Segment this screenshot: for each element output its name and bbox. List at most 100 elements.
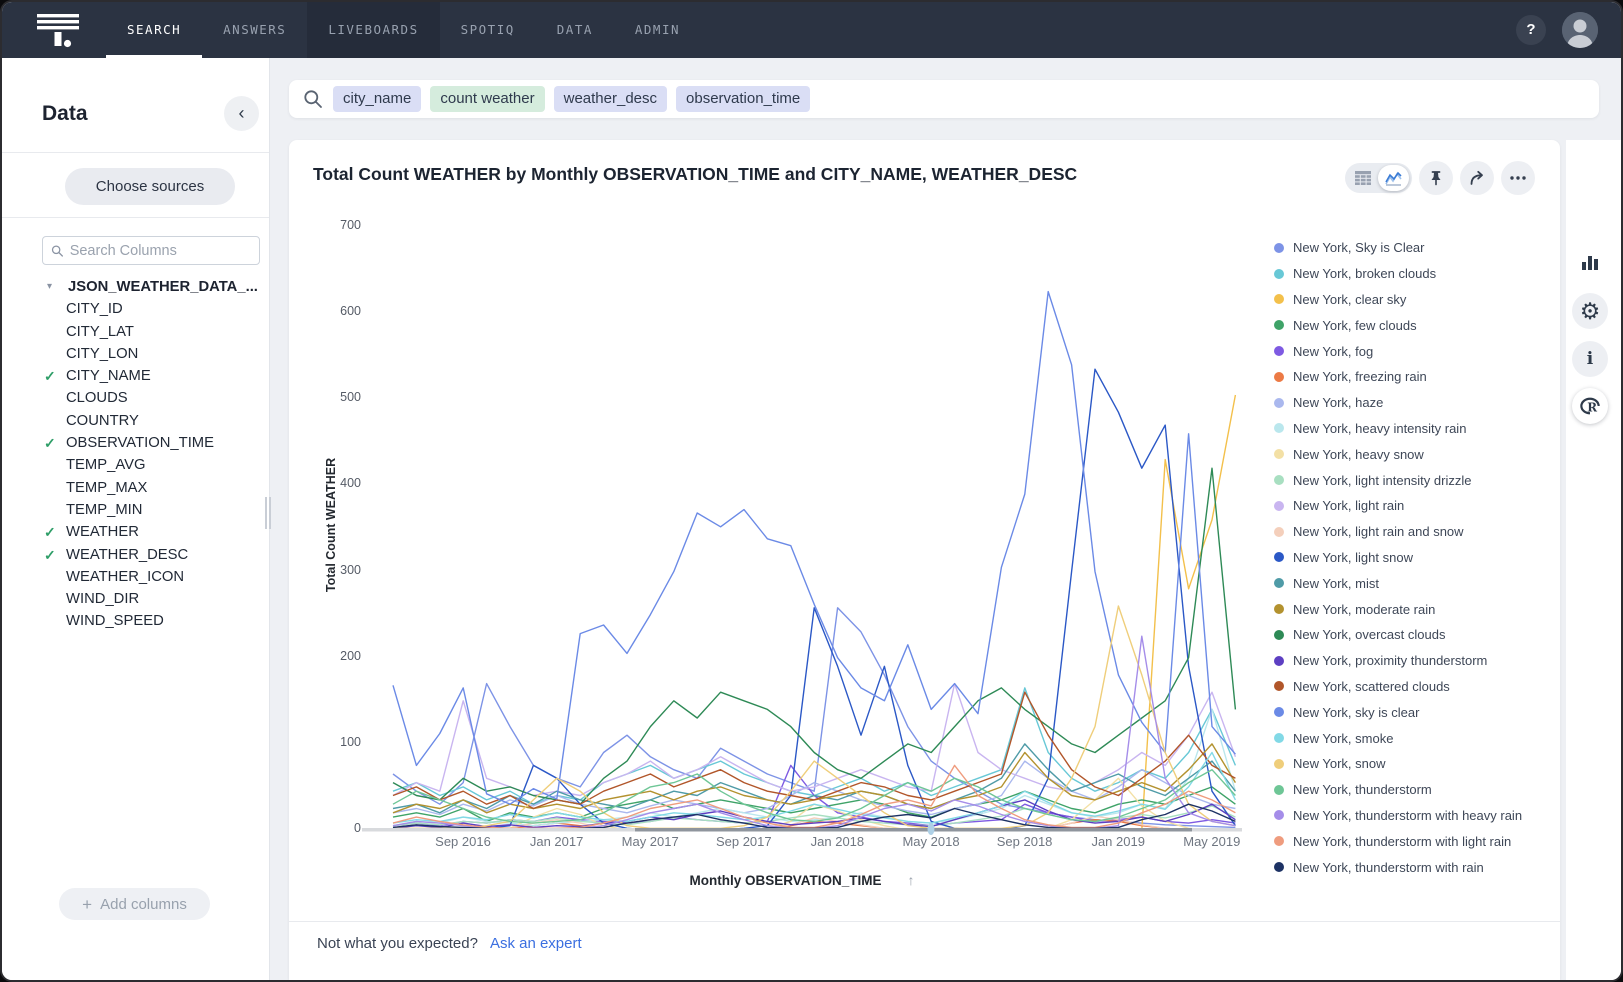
y-axis-tick: 100 bbox=[289, 735, 361, 749]
column-item-observation_time[interactable]: ✓OBSERVATION_TIME bbox=[2, 434, 269, 456]
search-token-weather_desc[interactable]: weather_desc bbox=[554, 86, 667, 112]
legend-swatch bbox=[1274, 346, 1284, 356]
legend-item[interactable]: New York, light snow bbox=[1274, 545, 1554, 571]
column-item-country[interactable]: COUNTRY bbox=[2, 412, 269, 434]
legend-swatch bbox=[1274, 320, 1284, 330]
legend-item[interactable]: New York, light rain and snow bbox=[1274, 519, 1554, 545]
column-item-weather[interactable]: ✓WEATHER bbox=[2, 523, 269, 545]
choose-sources-button[interactable]: Choose sources bbox=[65, 168, 235, 205]
legend-label: New York, light snow bbox=[1293, 550, 1413, 565]
search-token-city_name[interactable]: city_name bbox=[333, 86, 421, 112]
search-bar[interactable]: city_name count weather weather_desc observ… bbox=[289, 80, 1599, 118]
legend-label: New York, sky is clear bbox=[1293, 705, 1419, 720]
table-icon bbox=[1355, 171, 1371, 185]
nav-item-answers[interactable]: ANSWERS bbox=[202, 2, 307, 58]
legend-item[interactable]: New York, thunderstorm with heavy rain bbox=[1274, 803, 1554, 829]
sort-ascending-icon[interactable]: ↑ bbox=[908, 872, 915, 888]
nav-item-liveboards[interactable]: LIVEBOARDS bbox=[307, 2, 439, 58]
legend-item[interactable]: New York, clear sky bbox=[1274, 287, 1554, 313]
column-item-clouds[interactable]: CLOUDS bbox=[2, 389, 269, 411]
legend-item[interactable]: New York, scattered clouds bbox=[1274, 674, 1554, 700]
info-button[interactable]: i bbox=[1572, 341, 1608, 377]
nav-item-data[interactable]: DATA bbox=[536, 2, 614, 58]
divider bbox=[2, 152, 269, 153]
search-columns-input[interactable] bbox=[70, 243, 251, 259]
nav-item-search[interactable]: SEARCH bbox=[106, 2, 202, 58]
line-chart[interactable] bbox=[362, 220, 1242, 840]
legend-item[interactable]: New York, snow bbox=[1274, 751, 1554, 777]
y-axis-tick: 400 bbox=[289, 476, 361, 490]
legend-label: New York, mist bbox=[1293, 576, 1379, 591]
column-item-city_lon[interactable]: CITY_LON bbox=[2, 345, 269, 367]
column-name: TEMP_MIN bbox=[66, 502, 142, 518]
column-item-temp_avg[interactable]: TEMP_AVG bbox=[2, 456, 269, 478]
nav-item-admin[interactable]: ADMIN bbox=[614, 2, 701, 58]
y-axis-tick: 200 bbox=[289, 649, 361, 663]
column-item-city_name[interactable]: ✓CITY_NAME bbox=[2, 367, 269, 389]
legend-item[interactable]: New York, thunderstorm with rain bbox=[1274, 854, 1554, 880]
legend-item[interactable]: New York, haze bbox=[1274, 390, 1554, 416]
x-axis-tick: May 2019 bbox=[1167, 834, 1257, 849]
legend-item[interactable]: New York, sky is clear bbox=[1274, 699, 1554, 725]
change-visualization-button[interactable] bbox=[1572, 244, 1608, 280]
r-analysis-button[interactable]: R bbox=[1572, 388, 1608, 424]
checkmark-icon: ✓ bbox=[44, 547, 56, 564]
user-avatar[interactable] bbox=[1562, 12, 1598, 48]
legend-swatch bbox=[1274, 423, 1284, 433]
column-item-wind_dir[interactable]: WIND_DIR bbox=[2, 590, 269, 612]
share-button[interactable] bbox=[1460, 161, 1494, 195]
legend-item[interactable]: New York, freezing rain bbox=[1274, 364, 1554, 390]
search-columns-box bbox=[42, 236, 260, 265]
legend-item[interactable]: New York, broken clouds bbox=[1274, 261, 1554, 287]
legend-item[interactable]: New York, light rain bbox=[1274, 493, 1554, 519]
legend-label: New York, Sky is Clear bbox=[1293, 240, 1425, 255]
legend-item[interactable]: New York, heavy snow bbox=[1274, 441, 1554, 467]
legend-item[interactable]: New York, proximity thunderstorm bbox=[1274, 648, 1554, 674]
column-item-weather_desc[interactable]: ✓WEATHER_DESC bbox=[2, 546, 269, 568]
ask-expert-link[interactable]: Ask an expert bbox=[490, 935, 582, 952]
plus-icon: + bbox=[82, 896, 92, 913]
legend-item[interactable]: New York, Sky is Clear bbox=[1274, 235, 1554, 261]
add-columns-button[interactable]: + Add columns bbox=[59, 888, 210, 920]
legend-item[interactable]: New York, heavy intensity rain bbox=[1274, 416, 1554, 442]
series-line bbox=[393, 684, 1235, 796]
column-name: WEATHER_ICON bbox=[66, 569, 184, 585]
search-token-observation_time[interactable]: observation_time bbox=[676, 86, 810, 112]
chart-view-button[interactable] bbox=[1378, 165, 1409, 191]
column-item-city_lat[interactable]: CITY_LAT bbox=[2, 323, 269, 345]
nav-item-spotiq[interactable]: SPOTIQ bbox=[440, 2, 536, 58]
column-item-city_id[interactable]: CITY_ID bbox=[2, 300, 269, 322]
legend-item[interactable]: New York, thunderstorm with light rain bbox=[1274, 828, 1554, 854]
legend-swatch bbox=[1274, 501, 1284, 511]
settings-button[interactable]: ⚙ bbox=[1572, 293, 1608, 329]
chart-scrollbar-thumb[interactable] bbox=[635, 828, 1192, 832]
legend-item[interactable]: New York, few clouds bbox=[1274, 312, 1554, 338]
legend-swatch bbox=[1274, 552, 1284, 562]
column-name: TEMP_AVG bbox=[66, 457, 145, 473]
legend-item[interactable]: New York, fog bbox=[1274, 338, 1554, 364]
x-axis-tick: Sep 2017 bbox=[699, 834, 789, 849]
legend-item[interactable]: New York, moderate rain bbox=[1274, 596, 1554, 622]
thoughtspot-logo[interactable] bbox=[36, 13, 82, 49]
legend-label: New York, light intensity drizzle bbox=[1293, 473, 1471, 488]
legend-item[interactable]: New York, mist bbox=[1274, 570, 1554, 596]
source-table[interactable]: ▾JSON_WEATHER_DATA_... bbox=[2, 278, 269, 300]
column-item-weather_icon[interactable]: WEATHER_ICON bbox=[2, 568, 269, 590]
legend-swatch bbox=[1274, 785, 1284, 795]
table-view-button[interactable] bbox=[1347, 165, 1378, 191]
legend-swatch bbox=[1274, 810, 1284, 820]
legend-item[interactable]: New York, smoke bbox=[1274, 725, 1554, 751]
column-item-temp_max[interactable]: TEMP_MAX bbox=[2, 479, 269, 501]
search-token-count-weather[interactable]: count weather bbox=[430, 86, 544, 112]
pin-button[interactable] bbox=[1419, 161, 1453, 195]
legend-item[interactable]: New York, light intensity drizzle bbox=[1274, 467, 1554, 493]
source-table-name: JSON_WEATHER_DATA_... bbox=[68, 279, 258, 295]
legend-item[interactable]: New York, thunderstorm bbox=[1274, 777, 1554, 803]
column-item-wind_speed[interactable]: WIND_SPEED bbox=[2, 612, 269, 634]
legend-item[interactable]: New York, overcast clouds bbox=[1274, 622, 1554, 648]
help-button[interactable]: ? bbox=[1516, 15, 1546, 45]
collapse-panel-button[interactable]: ‹ bbox=[224, 96, 259, 131]
x-axis-tick: Jan 2019 bbox=[1073, 834, 1163, 849]
more-options-button[interactable] bbox=[1501, 161, 1535, 195]
column-item-temp_min[interactable]: TEMP_MIN bbox=[2, 501, 269, 523]
